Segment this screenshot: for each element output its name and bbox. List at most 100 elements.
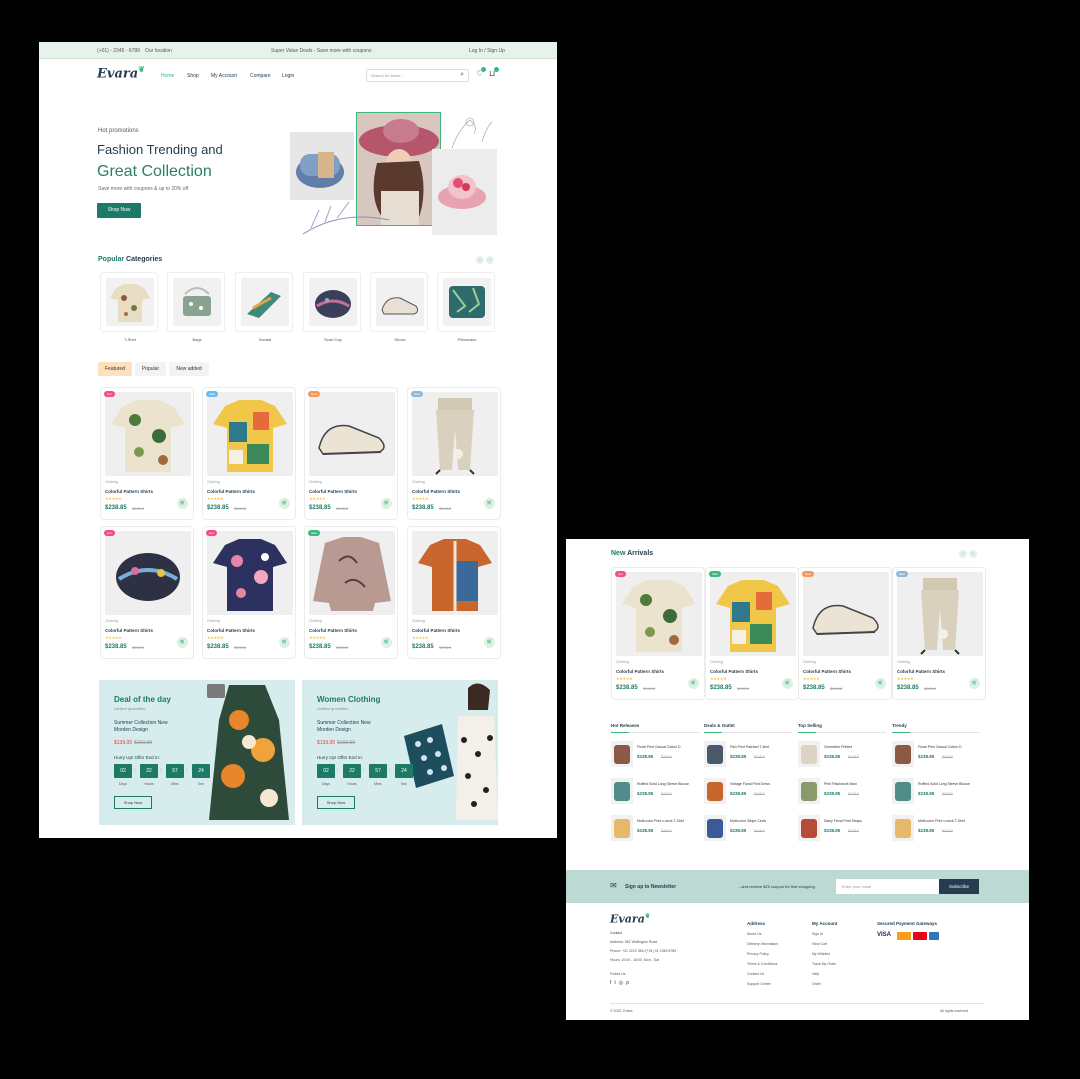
add-to-cart-icon[interactable]: 🛒︎: [782, 678, 793, 689]
product-card[interactable]: Hot Clothing Colorful Pattern Shirts ★★★★★ $…: [611, 567, 705, 700]
list-item[interactable]: Floral Print Casual Cotton D $238.85 $245.…: [892, 741, 984, 769]
footer-link[interactable]: Support Center: [747, 982, 771, 986]
add-to-cart-icon[interactable]: 🛒︎: [875, 678, 886, 689]
add-to-cart-icon[interactable]: 🛒︎: [177, 637, 188, 648]
product-name[interactable]: Colorful Pattern Shirts: [412, 628, 460, 633]
list-item-image[interactable]: [704, 741, 726, 767]
product-card[interactable]: Clothing Colorful Pattern Shirts ★★★★★ $238…: [407, 526, 501, 659]
category-card[interactable]: Sandal: [235, 272, 293, 342]
list-item-name[interactable]: Print Patchwork Maxi: [824, 782, 857, 786]
product-card[interactable]: Sale Clothing Colorful Pattern Shirts ★★★★★…: [202, 387, 296, 520]
list-item-image[interactable]: [798, 815, 820, 841]
product-name[interactable]: Colorful Pattern Shirts: [897, 669, 945, 674]
footer-link[interactable]: Terms & Conditions: [747, 962, 777, 966]
add-to-cart-icon[interactable]: 🛒︎: [279, 498, 290, 509]
product-image[interactable]: [412, 392, 498, 476]
product-name[interactable]: Colorful Pattern Shirts: [710, 669, 758, 674]
list-item-name[interactable]: Floral Print Casual Cotton D: [918, 745, 962, 749]
pinterest-icon[interactable]: p: [626, 980, 632, 986]
list-item-name[interactable]: Multi-color Print v-neck T-Shirt: [918, 819, 965, 823]
product-card[interactable]: New Clothing Colorful Pattern Shirts ★★★★★ $…: [798, 567, 892, 700]
nav-compare[interactable]: Compare: [250, 73, 271, 79]
footer-link[interactable]: Delivery Information: [747, 942, 778, 946]
product-card[interactable]: Hot Clothing Colorful Pattern Shirts ★★★★★ $…: [100, 387, 194, 520]
nav-home[interactable]: Home: [161, 73, 174, 79]
list-item-image[interactable]: [704, 815, 726, 841]
list-item-name[interactable]: Multi-color Print v-neck T-Shirt: [637, 819, 684, 823]
add-to-cart-icon[interactable]: 🛒︎: [381, 637, 392, 648]
heart-icon[interactable]: ♡: [476, 67, 486, 78]
list-item[interactable]: Multi-color Stripe Circle $238.85 $245.8: [704, 815, 796, 843]
nav-my-account[interactable]: My Account: [211, 73, 237, 79]
add-to-cart-icon[interactable]: 🛒︎: [969, 678, 980, 689]
product-image[interactable]: [616, 572, 702, 656]
list-item[interactable]: Ruffled Solid Long Sleeve Blouse $238.85 $…: [892, 778, 984, 806]
add-to-cart-icon[interactable]: 🛒︎: [279, 637, 290, 648]
product-image[interactable]: [897, 572, 983, 656]
product-name[interactable]: Colorful Pattern Shirts: [207, 628, 255, 633]
product-name[interactable]: Colorful Pattern Shirts: [412, 489, 460, 494]
list-item-name[interactable]: Multi-color Stripe Circle: [730, 819, 766, 823]
list-item-image[interactable]: [611, 778, 633, 804]
footer-logo[interactable]: Evara❦: [610, 912, 650, 926]
product-name[interactable]: Colorful Pattern Shirts: [309, 489, 357, 494]
add-to-cart-icon[interactable]: 🛒︎: [177, 498, 188, 509]
list-item-name[interactable]: Daisy Floral Print Straps: [824, 819, 862, 823]
list-item-image[interactable]: [892, 778, 914, 804]
list-item[interactable]: Multi-color Print v-neck T-Shirt $238.85 $…: [611, 815, 703, 843]
list-item-image[interactable]: [892, 815, 914, 841]
hero-shop-now-button[interactable]: Shop Now: [97, 203, 141, 218]
footer-link[interactable]: Privacy Policy: [747, 952, 769, 956]
list-item-name[interactable]: Ruffled Solid Long Sleeve Blouse: [637, 782, 689, 786]
footer-link[interactable]: Contact Us: [747, 972, 764, 976]
nav-shop[interactable]: Shop: [187, 73, 199, 79]
product-name[interactable]: Colorful Pattern Shirts: [105, 489, 153, 494]
next-arrow-icon[interactable]: ›: [969, 550, 977, 558]
footer-link[interactable]: Sign In: [812, 932, 823, 936]
search-input[interactable]: Search for items... ⌕: [366, 69, 469, 82]
category-card[interactable]: Scarf Cap: [303, 272, 361, 342]
prev-arrow-icon[interactable]: ‹: [476, 256, 484, 264]
list-item-name[interactable]: Floral Print Casual Cotton D: [637, 745, 681, 749]
site-logo[interactable]: Evara❦: [97, 65, 145, 81]
category-card[interactable]: Pillowcase: [437, 272, 495, 342]
product-image[interactable]: [207, 531, 293, 615]
list-item-name[interactable]: Ruffled Solid Long Sleeve Blouse: [918, 782, 970, 786]
newsletter-email-input[interactable]: Enter your email: [836, 879, 939, 894]
product-name[interactable]: Colorful Pattern Shirts: [309, 628, 357, 633]
add-to-cart-icon[interactable]: 🛒︎: [688, 678, 699, 689]
product-image[interactable]: [710, 572, 796, 656]
prev-arrow-icon[interactable]: ‹: [959, 550, 967, 558]
footer-link[interactable]: Order: [812, 982, 821, 986]
product-image[interactable]: [803, 572, 889, 656]
product-card[interactable]: Hot Clothing Colorful Pattern Shirts ★★★★★ $…: [100, 526, 194, 659]
product-card[interactable]: New Clothing Colorful Pattern Shirts ★★★★★ $…: [304, 387, 398, 520]
add-to-cart-icon[interactable]: 🛒︎: [484, 637, 495, 648]
product-image[interactable]: [309, 531, 395, 615]
product-image[interactable]: [105, 531, 191, 615]
subscribe-button[interactable]: Subscribe: [939, 879, 979, 894]
product-image[interactable]: [207, 392, 293, 476]
list-item[interactable]: Fish Print Patched T-shirt $238.85 $245.8: [704, 741, 796, 769]
list-item[interactable]: Multi-color Print v-neck T-Shirt $238.85 $…: [892, 815, 984, 843]
category-card[interactable]: Shoes: [370, 272, 428, 342]
nav-login[interactable]: Login: [282, 73, 294, 79]
list-item[interactable]: Vintage Floral Print Dress $238.85 $245.8: [704, 778, 796, 806]
product-card[interactable]: Sale Clothing Colorful Pattern Shirts ★★★★★…: [705, 567, 799, 700]
list-item[interactable]: Daisy Floral Print Straps $238.85 $245.8: [798, 815, 890, 843]
list-item-name[interactable]: Geometric Printed: [824, 745, 852, 749]
list-item-image[interactable]: [892, 741, 914, 767]
list-item[interactable]: Floral Print Casual Cotton D $238.85 $245.…: [611, 741, 703, 769]
list-item-image[interactable]: [704, 778, 726, 804]
list-item-image[interactable]: [611, 815, 633, 841]
list-item-name[interactable]: Vintage Floral Print Dress: [730, 782, 770, 786]
top-login[interactable]: Log In / Sign Up: [469, 48, 505, 54]
product-image[interactable]: [309, 392, 395, 476]
product-card[interactable]: Hot Clothing Colorful Pattern Shirts ★★★★★ $…: [202, 526, 296, 659]
list-item[interactable]: Print Patchwork Maxi $238.85 $245.8: [798, 778, 890, 806]
cart-icon[interactable]: ⊔: [489, 67, 499, 78]
list-item-image[interactable]: [798, 778, 820, 804]
product-card[interactable]: Best Clothing Colorful Pattern Shirts ★★★★★…: [407, 387, 501, 520]
footer-link[interactable]: My Wishlist: [812, 952, 830, 956]
deal-shop-now-button[interactable]: Shop Now: [114, 796, 152, 809]
